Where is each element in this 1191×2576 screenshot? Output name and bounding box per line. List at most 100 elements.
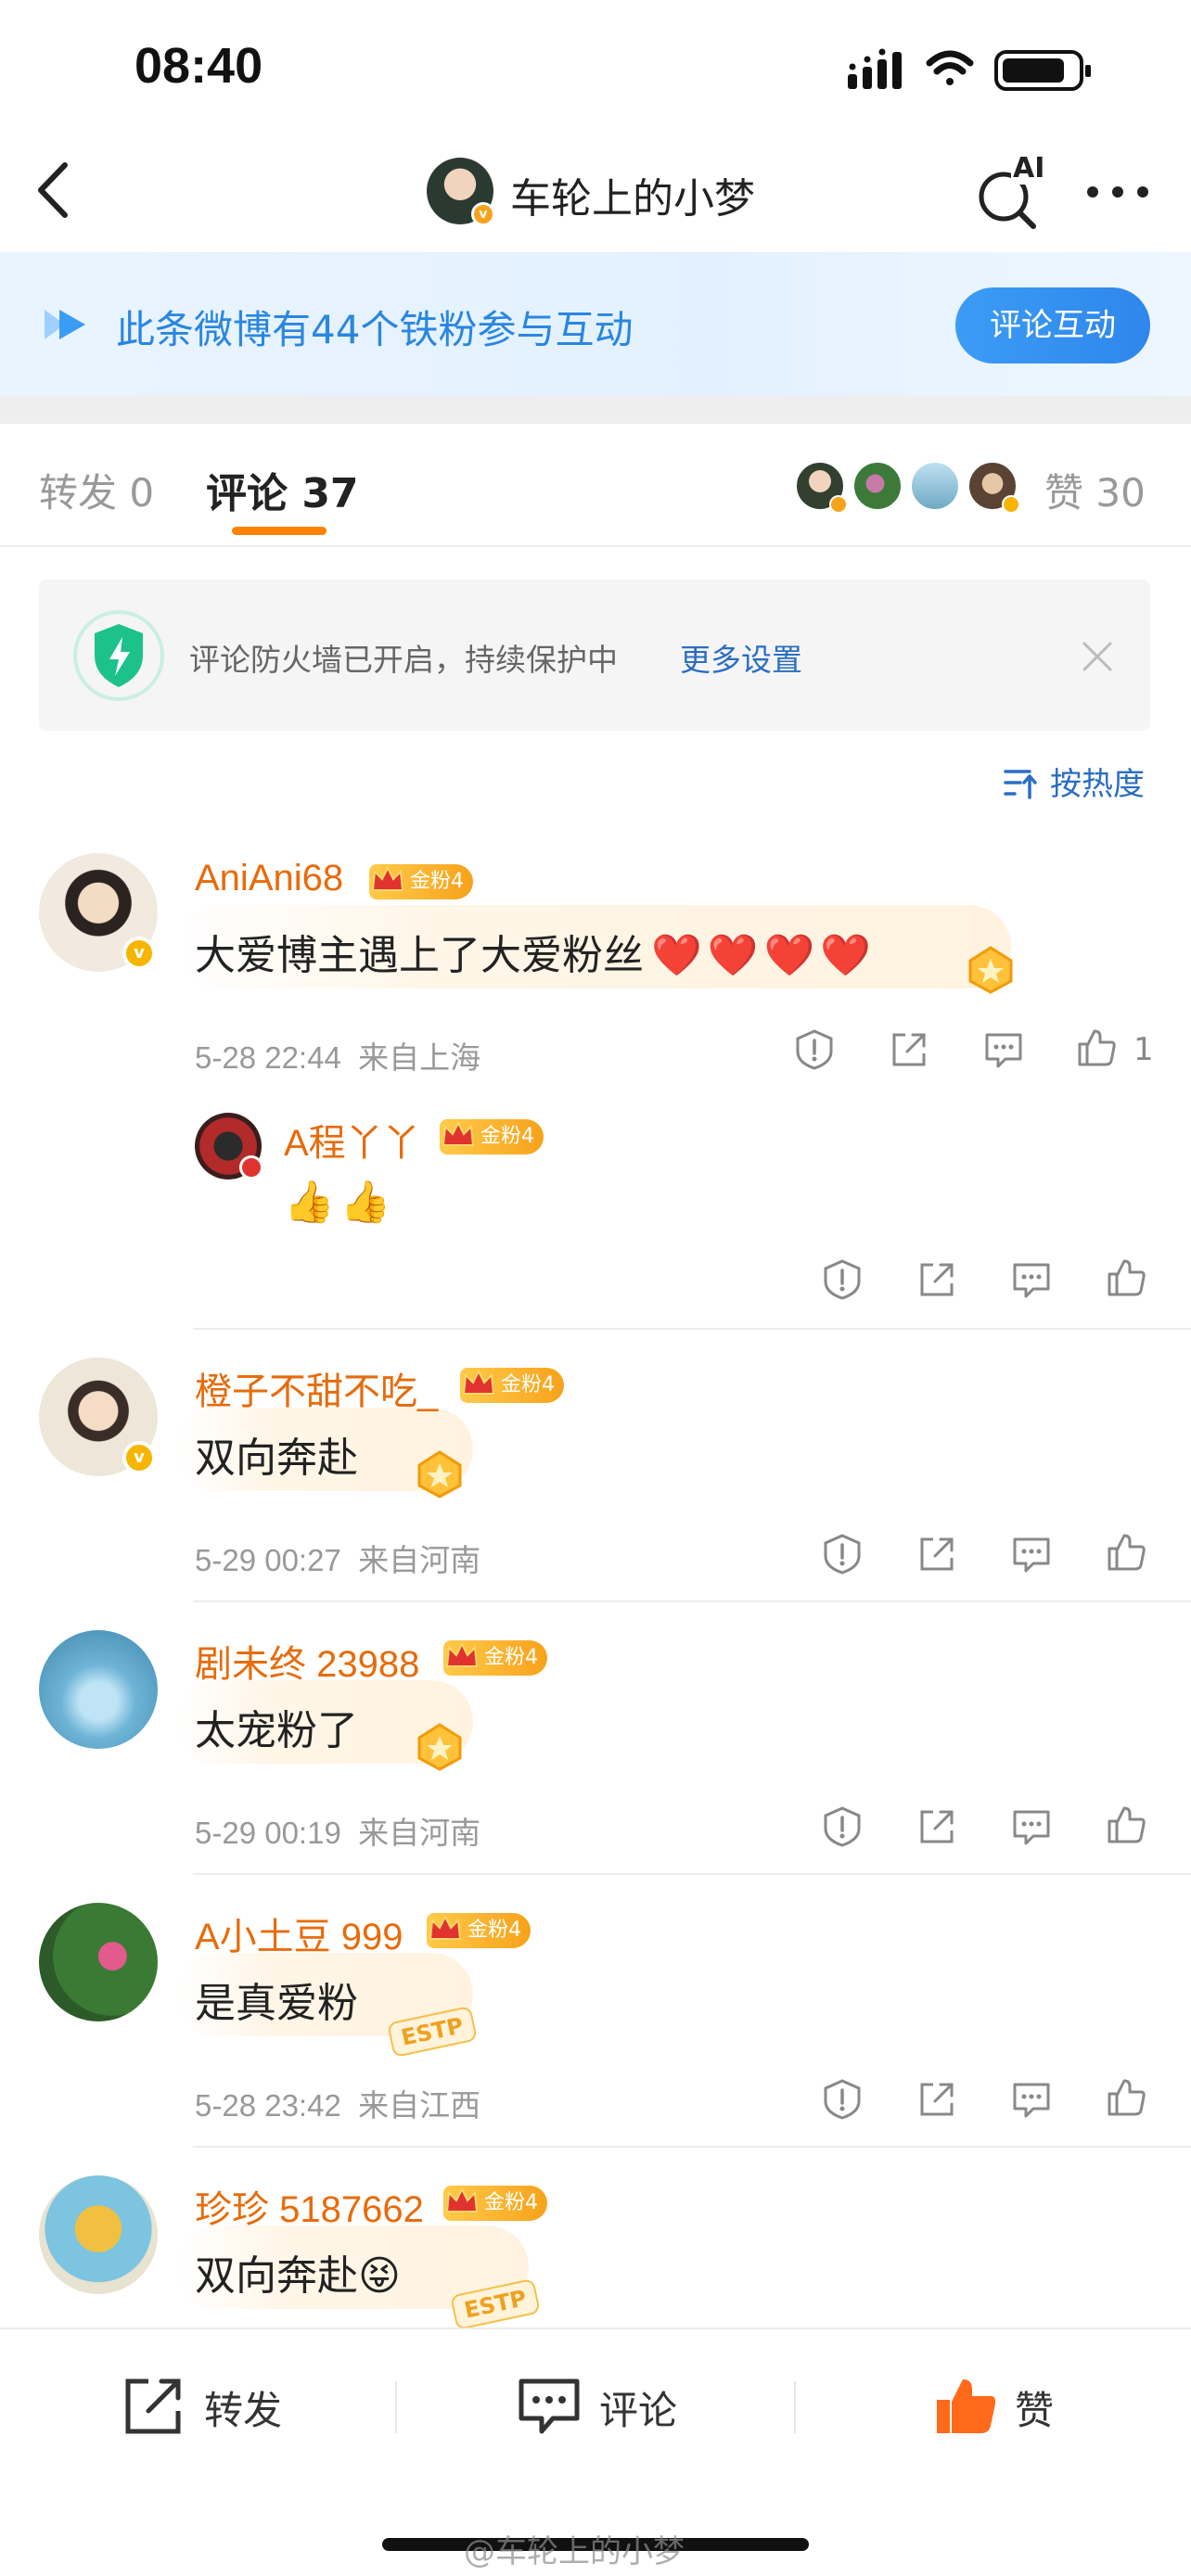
crown-icon <box>445 2187 479 2213</box>
back-icon[interactable] <box>28 158 83 223</box>
verified-badge-icon: v <box>122 937 156 970</box>
report-icon[interactable] <box>820 1804 864 1849</box>
reply-text: 👍👍 <box>284 1179 397 1226</box>
comment-meta: 5-28 23:42 来自江西 <box>195 2088 481 2123</box>
fan-banner-text: 此条微博有44个铁粉参与互动 <box>116 307 634 352</box>
close-icon[interactable] <box>1081 640 1114 673</box>
signal-icon <box>848 48 902 89</box>
status-time: 08:40 <box>134 38 263 94</box>
comment-icon[interactable] <box>1009 1257 1054 1302</box>
like-icon[interactable] <box>1104 1803 1148 1847</box>
section-gap <box>0 396 1191 424</box>
more-icon[interactable] <box>1085 181 1150 203</box>
report-icon[interactable] <box>820 1532 864 1576</box>
commenter-avatar[interactable] <box>39 1903 158 2021</box>
ai-search-icon[interactable]: AI <box>974 152 1048 230</box>
fan-level-badge: 金粉4 <box>443 2186 547 2221</box>
share-icon[interactable] <box>915 1532 959 1576</box>
report-icon[interactable] <box>792 1027 837 1072</box>
commenter-username[interactable]: 剧未终 23988 <box>195 1634 419 1688</box>
sort-icon <box>1004 770 1037 799</box>
active-tab-indicator <box>232 527 327 535</box>
repost-button[interactable]: 转发 <box>204 2379 282 2436</box>
comment-meta: 5-29 00:27 来自河南 <box>195 1543 481 1577</box>
commenter-avatar[interactable] <box>39 2175 158 2294</box>
like-icon[interactable] <box>933 2376 1000 2437</box>
comment-interaction-button[interactable]: 评论互动 <box>955 287 1150 363</box>
tab-repost[interactable]: 转发 0 <box>39 462 154 518</box>
divider <box>395 2381 397 2433</box>
ai-label: AI <box>1011 152 1047 185</box>
fan-interaction-icon <box>45 310 85 339</box>
battery-icon <box>994 50 1091 91</box>
verified-badge-icon <box>829 495 848 514</box>
commenter-username[interactable]: A小土豆 999 <box>195 1906 403 1960</box>
share-icon[interactable] <box>915 1257 959 1302</box>
comment-icon[interactable] <box>981 1027 1026 1072</box>
report-icon[interactable] <box>820 1257 864 1302</box>
tab-comments[interactable]: 评论 37 <box>206 460 359 519</box>
share-icon[interactable] <box>887 1027 931 1072</box>
more-settings-link[interactable]: 更多设置 <box>680 635 802 680</box>
fan-level-badge: 金粉4 <box>440 1119 544 1154</box>
verified-badge-icon: v <box>471 202 495 226</box>
report-icon[interactable] <box>820 2077 864 2122</box>
sort-label[interactable]: 按热度 <box>1050 759 1145 804</box>
fan-level-badge: 金粉4 <box>369 864 473 899</box>
like-icon[interactable] <box>1104 2075 1148 2120</box>
liker-avatar[interactable] <box>852 460 903 512</box>
comment-button[interactable]: 评论 <box>599 2379 677 2436</box>
comment-text: 双向奔赴😝 <box>195 2252 401 2300</box>
comment-divider <box>193 1873 1191 1875</box>
laughing-emoji: 😝 <box>358 2252 401 2300</box>
comment-icon[interactable] <box>1009 1532 1054 1576</box>
shield-icon <box>73 610 164 701</box>
like-icon[interactable] <box>1104 1530 1148 1575</box>
commenter-username[interactable]: AniAni68 <box>195 858 343 899</box>
commenter-avatar[interactable] <box>39 1630 158 1749</box>
commenter-username[interactable]: 橙子不甜不吃_ <box>195 1361 438 1415</box>
verified-badge-icon <box>239 1155 263 1180</box>
fan-sticker-icon <box>417 1723 462 1771</box>
like-button[interactable]: 赞 <box>1015 2379 1054 2436</box>
fan-sticker-icon <box>417 1450 462 1498</box>
comment-divider <box>193 1600 1191 1602</box>
comment-divider <box>193 1328 1191 1330</box>
like-icon[interactable] <box>1104 1256 1148 1300</box>
fan-level-badge: 金粉4 <box>427 1913 531 1948</box>
crown-icon <box>445 1641 479 1667</box>
like-icon[interactable] <box>1074 1026 1119 1070</box>
wifi-icon <box>926 50 974 85</box>
share-icon[interactable] <box>915 1804 959 1849</box>
comment-icon[interactable] <box>1009 2077 1054 2122</box>
firewall-text: 评论防火墙已开启，持续保护中 <box>189 642 618 678</box>
status-icons <box>848 48 1091 91</box>
verified-badge-icon <box>1002 495 1020 514</box>
crown-icon <box>371 865 404 891</box>
watermark: @车轮上的小梦 <box>464 2533 685 2570</box>
tab-likes[interactable]: 赞 30 <box>1044 462 1146 518</box>
crown-icon <box>462 1369 495 1395</box>
comment-text: 双向奔赴 <box>195 1435 358 1482</box>
divider <box>0 545 1191 547</box>
page-title[interactable]: 车轮上的小梦 <box>510 165 755 224</box>
fan-level-badge: 金粉4 <box>443 1640 547 1676</box>
comment-text: 太宠粉了 <box>195 1707 358 1754</box>
like-count: 1 <box>1133 1031 1154 1068</box>
liker-avatar[interactable] <box>909 460 961 512</box>
comment-meta: 5-28 22:44 来自上海 <box>195 1040 481 1075</box>
comment-text: 大爱博主遇上了大爱粉丝 ❤️❤️❤️❤️ <box>195 932 877 979</box>
share-icon[interactable] <box>915 2077 959 2122</box>
fan-level-badge: 金粉4 <box>460 1368 564 1403</box>
reply-username[interactable]: A程丫丫 <box>284 1113 420 1167</box>
divider <box>794 2381 796 2433</box>
crown-icon <box>442 1120 475 1146</box>
crown-icon <box>429 1914 462 1940</box>
commenter-username[interactable]: 珍珍 5187662 <box>195 2179 424 2233</box>
comment-meta: 5-29 00:19 来自河南 <box>195 1816 481 1850</box>
comment-icon[interactable] <box>1009 1804 1054 1849</box>
repost-icon[interactable] <box>121 2376 187 2437</box>
heart-emoji: ❤️❤️❤️❤️ <box>651 932 877 979</box>
comment-divider <box>193 2146 1191 2148</box>
comment-icon[interactable] <box>516 2376 583 2437</box>
